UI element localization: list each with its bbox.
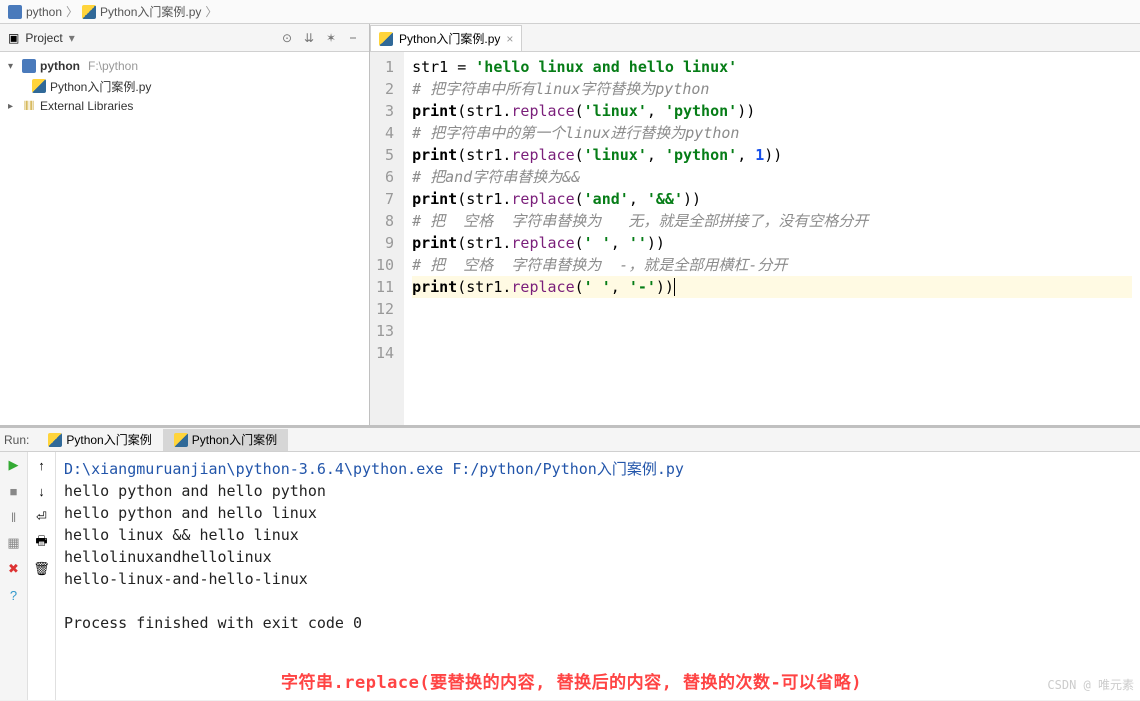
run-panel: Run: Python入门案例 Python入门案例 ▶ ■ ‖ ▦ ✖ ? ↑…: [0, 425, 1140, 700]
tree-file-name: Python入门案例.py: [50, 78, 151, 95]
expand-icon[interactable]: ▸: [8, 101, 18, 112]
project-tree[interactable]: ▾ python F:\python Python入门案例.py ▸ ⦀⦀ Ex…: [0, 52, 369, 425]
project-header: ▣ Project ▾ ⊙ ⇊ ✶ ⎯: [0, 24, 369, 52]
up-icon[interactable]: ↑: [33, 456, 51, 474]
target-icon[interactable]: ⊙: [279, 30, 295, 46]
project-panel: ▣ Project ▾ ⊙ ⇊ ✶ ⎯ ▾ python F:\python P…: [0, 24, 370, 425]
folder-icon: [8, 5, 22, 19]
editor-tab-label: Python入门案例.py: [399, 30, 500, 47]
layout-icon[interactable]: ▦: [5, 534, 23, 552]
code-line[interactable]: print(str1.replace('and', '&&')): [412, 188, 1132, 210]
code-line[interactable]: [412, 342, 1132, 364]
code-line[interactable]: str1 = 'hello linux and hello linux': [412, 56, 1132, 78]
run-label: Run:: [4, 433, 29, 447]
console-line: hello python and hello linux: [64, 502, 1132, 524]
run-tab-label: Python入门案例: [66, 431, 151, 448]
pause-icon[interactable]: ‖: [5, 508, 23, 526]
tree-root[interactable]: ▾ python F:\python: [0, 56, 369, 76]
tree-root-path: F:\python: [88, 59, 138, 73]
console[interactable]: D:\xiangmuruanjian\python-3.6.4\python.e…: [56, 452, 1140, 700]
watermark: CSDN @ 唯元素: [1047, 674, 1134, 696]
code-line[interactable]: # 把 空格 字符串替换为 无，就是全部拼接了，没有空格分开: [412, 210, 1132, 232]
print-icon[interactable]: 🖶: [33, 534, 51, 552]
breadcrumb-seg1: python: [26, 5, 62, 19]
tree-extlib-name: External Libraries: [40, 99, 133, 113]
run-tab[interactable]: Python入门案例: [37, 429, 162, 451]
code-line[interactable]: # 把and字符串替换为&&: [412, 166, 1132, 188]
tree-external-libs[interactable]: ▸ ⦀⦀ External Libraries: [0, 96, 369, 116]
code-line[interactable]: print(str1.replace('linux', 'python', 1)…: [412, 144, 1132, 166]
gutter: 1234567891011121314: [370, 52, 404, 425]
down-icon[interactable]: ↓: [33, 482, 51, 500]
breadcrumb: python 〉 Python入门案例.py 〉: [0, 0, 1140, 24]
console-line: Process finished with exit code 0: [64, 612, 1132, 634]
main-area: ▣ Project ▾ ⊙ ⇊ ✶ ⎯ ▾ python F:\python P…: [0, 24, 1140, 425]
close-icon[interactable]: ×: [506, 32, 513, 46]
help-icon[interactable]: ?: [5, 586, 23, 604]
python-file-icon: [379, 32, 393, 46]
breadcrumb-seg2: Python入门案例.py: [100, 3, 201, 20]
wrap-icon[interactable]: ⏎: [33, 508, 51, 526]
hide-icon[interactable]: ⎯: [345, 30, 361, 46]
code-line[interactable]: # 把字符串中的第一个linux进行替换为python: [412, 122, 1132, 144]
dropdown-icon[interactable]: ▾: [69, 31, 75, 45]
python-file-icon: [82, 5, 96, 19]
close-icon[interactable]: ✖: [5, 560, 23, 578]
tree-root-name: python: [40, 59, 80, 73]
project-title: Project: [25, 31, 62, 45]
console-line: hello linux && hello linux: [64, 524, 1132, 546]
code-area[interactable]: str1 = 'hello linux and hello linux'# 把字…: [404, 52, 1140, 425]
run-header: Run: Python入门案例 Python入门案例: [0, 428, 1140, 452]
run-toolbar-left: ▶ ■ ‖ ▦ ✖ ?: [0, 452, 28, 700]
collapse-icon[interactable]: ⇊: [301, 30, 317, 46]
library-icon: ⦀⦀: [22, 99, 36, 113]
run-body: ▶ ■ ‖ ▦ ✖ ? ↑ ↓ ⏎ 🖶 🗑 D:\xiangmuruanjian…: [0, 452, 1140, 700]
tree-file[interactable]: Python入门案例.py: [0, 76, 369, 96]
code-line[interactable]: [412, 320, 1132, 342]
console-line: hello-linux-and-hello-linux: [64, 568, 1132, 590]
breadcrumb-file[interactable]: Python入门案例.py: [82, 3, 201, 20]
python-file-icon: [48, 433, 62, 447]
console-line: hello python and hello python: [64, 480, 1132, 502]
rerun-icon[interactable]: ▶: [5, 456, 23, 474]
console-line: hellolinuxandhellolinux: [64, 546, 1132, 568]
editor-tab-bar: Python入门案例.py ×: [370, 24, 1140, 52]
editor-tab[interactable]: Python入门案例.py ×: [370, 25, 522, 51]
code-line[interactable]: print(str1.replace('linux', 'python')): [412, 100, 1132, 122]
chevron-icon: 〉: [66, 3, 78, 20]
stop-icon[interactable]: ■: [5, 482, 23, 500]
trash-icon[interactable]: 🗑: [33, 560, 51, 578]
code-line[interactable]: print(str1.replace(' ', '-')): [412, 276, 1132, 298]
console-cmd: D:\xiangmuruanjian\python-3.6.4\python.e…: [64, 458, 1132, 480]
python-file-icon: [32, 79, 46, 93]
annotation-text: 字符串.replace(要替换的内容, 替换后的内容, 替换的次数-可以省略): [281, 672, 862, 694]
code-line[interactable]: # 把字符串中所有linux字符替换为python: [412, 78, 1132, 100]
breadcrumb-folder[interactable]: python: [8, 5, 62, 19]
console-line: [64, 590, 1132, 612]
chevron-icon: 〉: [205, 3, 217, 20]
folder-icon: [22, 59, 36, 73]
editor-panel: Python入门案例.py × 1234567891011121314 str1…: [370, 24, 1140, 425]
run-toolbar-right: ↑ ↓ ⏎ 🖶 🗑: [28, 452, 56, 700]
code-line[interactable]: [412, 298, 1132, 320]
code-line[interactable]: print(str1.replace(' ', '')): [412, 232, 1132, 254]
gear-icon[interactable]: ✶: [323, 30, 339, 46]
editor-body[interactable]: 1234567891011121314 str1 = 'hello linux …: [370, 52, 1140, 425]
run-tab-active[interactable]: Python入门案例: [163, 429, 288, 451]
python-file-icon: [174, 433, 188, 447]
project-view-icon[interactable]: ▣: [8, 31, 19, 45]
code-line[interactable]: # 把 空格 字符串替换为 -，就是全部用横杠-分开: [412, 254, 1132, 276]
expand-icon[interactable]: ▾: [8, 61, 18, 72]
run-tab-label: Python入门案例: [192, 431, 277, 448]
